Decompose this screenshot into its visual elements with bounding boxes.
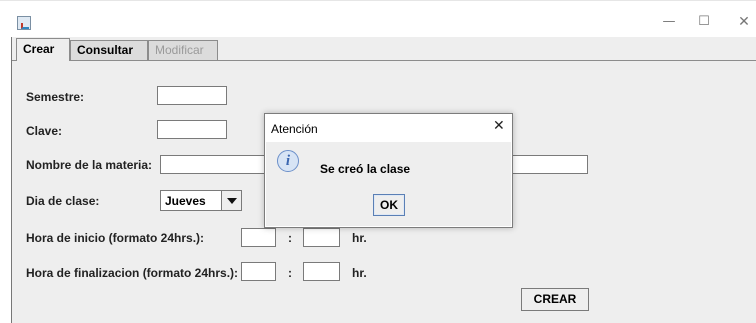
inicio-label: Hora de inicio (formato 24hrs.): bbox=[26, 231, 205, 245]
chevron-down-icon[interactable] bbox=[221, 191, 241, 210]
dia-label: Dia de clase: bbox=[26, 194, 100, 208]
dialog-message: Se creó la clase bbox=[320, 162, 411, 176]
titlebar-border bbox=[0, 0, 756, 1]
panel-left-edge bbox=[11, 37, 12, 323]
clave-label: Clave: bbox=[26, 124, 63, 138]
inicio-colon: : bbox=[288, 231, 292, 245]
tab-consultar[interactable]: Consultar bbox=[70, 40, 148, 61]
dialog-body: i Se creó la clase OK bbox=[266, 142, 511, 226]
fin-colon: : bbox=[288, 266, 292, 280]
tab-bar: Crear Consultar Modificar bbox=[12, 38, 756, 61]
semestre-label: Semestre: bbox=[26, 90, 85, 104]
tab-modificar: Modificar bbox=[148, 40, 218, 61]
tab-crear[interactable]: Crear bbox=[16, 38, 70, 61]
info-icon: i bbox=[277, 150, 299, 172]
fin-minute-input[interactable] bbox=[303, 262, 340, 281]
dia-selected-value: Jueves bbox=[165, 194, 206, 208]
inicio-unit: hr. bbox=[352, 231, 367, 245]
materia-label: Nombre de la materia: bbox=[26, 158, 153, 172]
minimize-button[interactable]: — bbox=[659, 12, 679, 32]
fin-hour-input[interactable] bbox=[241, 262, 276, 281]
dialog-close-icon[interactable]: ✕ bbox=[493, 118, 505, 134]
fin-label: Hora de finalizacion (formato 24hrs.): bbox=[26, 266, 239, 280]
fin-unit: hr. bbox=[352, 266, 367, 280]
tab-content-border bbox=[12, 60, 756, 61]
java-app-icon bbox=[17, 16, 31, 30]
maximize-button[interactable]: ☐ bbox=[694, 12, 714, 32]
window-titlebar: — ☐ ✕ bbox=[0, 0, 756, 37]
dia-select[interactable]: Jueves bbox=[160, 190, 242, 211]
dialog-title: Atención bbox=[271, 122, 318, 136]
selected-tab-joint bbox=[17, 60, 69, 62]
ok-button[interactable]: OK bbox=[373, 194, 405, 216]
crear-button[interactable]: CREAR bbox=[521, 288, 589, 311]
semestre-input[interactable] bbox=[157, 86, 227, 105]
close-window-button[interactable]: ✕ bbox=[734, 12, 754, 32]
inicio-minute-input[interactable] bbox=[303, 228, 340, 247]
inicio-hour-input[interactable] bbox=[241, 228, 276, 247]
message-dialog: Atención ✕ i Se creó la clase OK bbox=[264, 113, 513, 228]
clave-input[interactable] bbox=[157, 120, 227, 139]
